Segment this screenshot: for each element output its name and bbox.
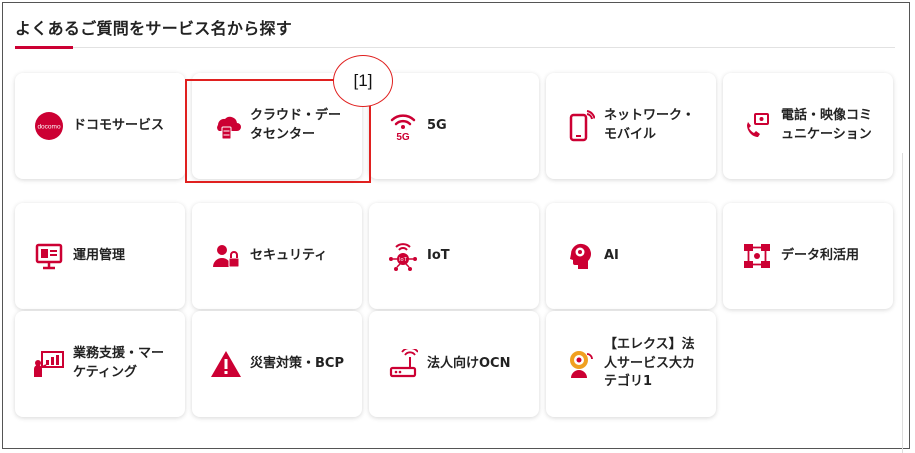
phone-video-icon bbox=[741, 110, 773, 142]
tile-label: AI bbox=[604, 247, 619, 263]
tile-label: データ利活用 bbox=[781, 247, 860, 263]
support-person-icon bbox=[564, 348, 596, 380]
tile-label: 運用管理 bbox=[73, 247, 126, 263]
tile-business-marketing[interactable]: 業務支援・マーケティング bbox=[15, 311, 185, 417]
router-icon bbox=[387, 348, 419, 380]
sheet-grid-edge bbox=[902, 153, 909, 453]
page-title: よくあるご質問をサービス名から探す bbox=[15, 19, 293, 38]
tile-disaster-bcp[interactable]: 災害対策・BCP bbox=[192, 311, 362, 417]
tile-network-mobile[interactable]: ネットワーク・モバイル bbox=[546, 73, 716, 179]
heading-divider bbox=[15, 47, 895, 48]
tile-iot[interactable]: IoT IoT bbox=[369, 203, 539, 309]
tile-label: IoT bbox=[427, 247, 450, 263]
tile-label: セキュリティ bbox=[250, 247, 328, 263]
iot-icon-text: IoT bbox=[399, 257, 408, 263]
tile-label: 5G bbox=[427, 117, 447, 133]
tile-elex-category[interactable]: 【エレクス】法人サービス大カテゴリ1 bbox=[546, 311, 716, 417]
tile-security[interactable]: セキュリティ bbox=[192, 203, 362, 309]
tile-label: 法人向けOCN bbox=[427, 355, 511, 371]
warning-icon bbox=[210, 348, 242, 380]
5g-signal-icon: 5G bbox=[387, 110, 419, 142]
tile-5g[interactable]: 5G 5G bbox=[369, 73, 539, 179]
tile-label: 【エレクス】法人サービス大カテゴリ1 bbox=[604, 336, 696, 390]
ai-head-gear-icon bbox=[564, 240, 596, 272]
tile-label: 災害対策・BCP bbox=[250, 355, 344, 371]
tile-phone-video[interactable]: 電話・映像コミュニケーション bbox=[723, 73, 893, 179]
docomo-logo-icon: docomo bbox=[33, 110, 65, 142]
data-flow-icon bbox=[741, 240, 773, 272]
user-lock-icon bbox=[210, 240, 242, 272]
content-frame: よくあるご質問をサービス名から探す docomo ドコモサービス クラウド・デー… bbox=[2, 2, 910, 453]
tile-docomo-services[interactable]: docomo ドコモサービス bbox=[15, 73, 185, 179]
tile-label: 業務支援・マーケティング bbox=[73, 346, 165, 380]
monitor-dashboard-icon bbox=[33, 240, 65, 272]
tile-operations-management[interactable]: 運用管理 bbox=[15, 203, 185, 309]
heading-accent-bar bbox=[15, 46, 73, 49]
tile-ocn[interactable]: 法人向けOCN bbox=[369, 311, 539, 417]
smartphone-icon bbox=[564, 110, 596, 142]
tile-label: ドコモサービス bbox=[73, 117, 165, 133]
presentation-icon bbox=[33, 348, 65, 380]
tile-data-utilization[interactable]: データ利活用 bbox=[723, 203, 893, 309]
tile-ai[interactable]: AI bbox=[546, 203, 716, 309]
tile-label: 電話・映像コミュニケーション bbox=[781, 108, 873, 142]
5g-icon-text: 5G bbox=[396, 132, 410, 142]
iot-network-icon: IoT bbox=[387, 240, 419, 272]
annotation-callout-1: [1] bbox=[333, 55, 393, 107]
tile-label: ネットワーク・モバイル bbox=[604, 108, 695, 142]
docomo-logo-text: docomo bbox=[37, 124, 61, 131]
